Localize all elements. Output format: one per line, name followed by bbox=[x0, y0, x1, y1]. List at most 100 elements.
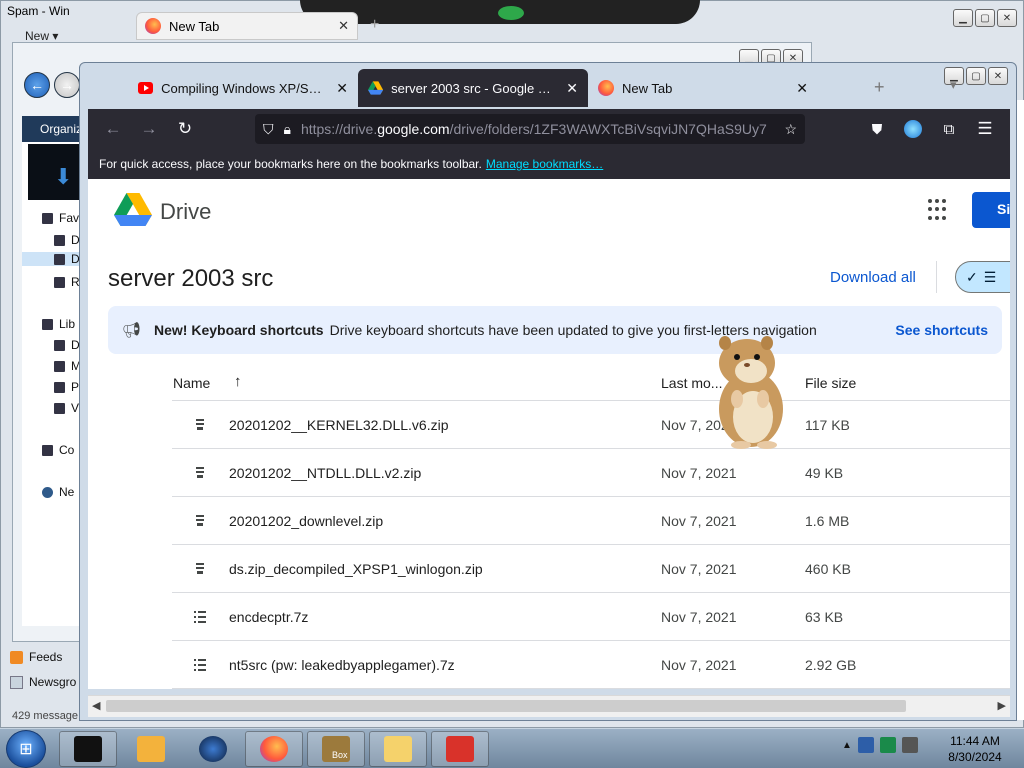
file-size: 460 KB bbox=[805, 561, 851, 577]
clock[interactable]: 11:44 AM 8/30/2024 bbox=[940, 733, 1010, 765]
back-arrow-icon[interactable]: ← bbox=[98, 114, 128, 144]
column-file-size[interactable]: File size bbox=[805, 375, 856, 391]
sidebar-item-favorites[interactable]: Fav bbox=[42, 211, 79, 225]
google-apps-icon[interactable] bbox=[928, 199, 950, 221]
bookmark-star-icon[interactable]: ☆ bbox=[784, 121, 797, 138]
feeds-item[interactable]: Feeds bbox=[10, 650, 62, 664]
see-shortcuts-link[interactable]: See shortcuts bbox=[895, 322, 988, 338]
explorer-preview-pane: ⬇ bbox=[28, 144, 82, 200]
file-table-header: Name ↑ Last mo... File size bbox=[172, 365, 1010, 401]
file-row[interactable]: 20201202_downlevel.zip Nov 7, 2021 1.6 MB bbox=[172, 497, 1010, 545]
file-row[interactable]: encdecptr.7z Nov 7, 2021 63 KB bbox=[172, 593, 1010, 641]
file-name: ds.zip_decompiled_XPSP1_winlogon.zip bbox=[229, 561, 483, 577]
sign-in-button[interactable]: Si bbox=[972, 192, 1010, 228]
sidebar-item[interactable]: D bbox=[54, 233, 80, 247]
show-hidden-icons-icon[interactable]: ▲ bbox=[842, 740, 852, 751]
start-button[interactable]: ⊞ bbox=[6, 730, 46, 768]
drive-app-name[interactable]: Drive bbox=[160, 199, 211, 225]
taskbar-item-explorer[interactable] bbox=[59, 731, 117, 767]
sidebar-item-selected[interactable]: D bbox=[22, 252, 82, 266]
list-icon: ☰ bbox=[983, 268, 997, 285]
maximize-button[interactable]: ▢ bbox=[966, 67, 986, 85]
lock-icon[interactable]: 🔒︎ bbox=[284, 121, 291, 138]
newsgroups-item[interactable]: Newsgro bbox=[10, 675, 76, 689]
column-name[interactable]: Name bbox=[173, 375, 210, 391]
taskbar-item-media-player[interactable] bbox=[122, 731, 180, 767]
organize-menu[interactable]: Organiz bbox=[22, 116, 82, 142]
close-tab-icon[interactable]: ✕ bbox=[566, 80, 578, 97]
taskbar-item-globe[interactable] bbox=[184, 731, 242, 767]
volume-icon[interactable] bbox=[901, 737, 918, 753]
file-name: 20201202_downlevel.zip bbox=[229, 513, 384, 529]
scroll-left-arrow-icon[interactable]: ◀ bbox=[92, 699, 100, 712]
address-bar[interactable]: ⛉ 🔒︎ https://drive.google.com/drive/fold… bbox=[255, 114, 805, 144]
close-tab-icon[interactable]: ✕ bbox=[338, 18, 349, 34]
scrollbar-thumb[interactable] bbox=[106, 700, 906, 712]
action-center-icon[interactable] bbox=[879, 737, 896, 753]
download-all-button[interactable]: Download all bbox=[830, 269, 916, 286]
google-drive-logo[interactable] bbox=[114, 193, 152, 227]
taskbar-item-firefox[interactable] bbox=[245, 731, 303, 767]
account-icon[interactable] bbox=[898, 114, 928, 144]
sort-arrow-up-icon[interactable]: ↑ bbox=[234, 373, 242, 390]
sidebar-item-computer[interactable]: Co bbox=[42, 443, 74, 457]
file-row[interactable]: 20201202__NTDLL.DLL.v2.zip Nov 7, 2021 49 … bbox=[172, 449, 1010, 497]
mail-window-title: Spam - Win bbox=[7, 4, 70, 18]
list-tabs-chevron-icon[interactable]: ▾ bbox=[950, 77, 957, 93]
new-tab-button[interactable]: + bbox=[874, 77, 885, 98]
sidebar-item[interactable]: P bbox=[54, 380, 79, 394]
file-modified: Nov 7, 2021 bbox=[661, 609, 737, 625]
close-button[interactable]: ✕ bbox=[997, 9, 1017, 27]
sidebar-item-network[interactable]: Ne bbox=[42, 485, 74, 499]
reload-icon[interactable]: ↻ bbox=[170, 114, 200, 144]
background-browser-tab[interactable]: New Tab ✕ bbox=[136, 12, 358, 40]
newsgroup-icon bbox=[10, 675, 23, 689]
taskbar: ⊞ Box ▲ 11:44 AM 8/30/2024 bbox=[0, 728, 1024, 768]
new-tab-button[interactable]: + bbox=[370, 16, 379, 34]
menu-icon[interactable]: ☰ bbox=[970, 114, 1000, 144]
back-arrow-icon[interactable]: ← bbox=[24, 72, 50, 98]
sidebar-item[interactable]: R bbox=[54, 275, 80, 289]
sidebar-item[interactable]: D bbox=[54, 338, 80, 352]
sidebar-item[interactable]: M bbox=[54, 359, 81, 373]
taskbar-item-toolbox[interactable] bbox=[431, 731, 489, 767]
new-menu-button[interactable]: New ▾ bbox=[25, 29, 58, 43]
manage-bookmarks-link[interactable]: Manage bookmarks… bbox=[486, 157, 603, 171]
network-icon[interactable] bbox=[857, 737, 874, 753]
sidebar-item-libraries[interactable]: Lib bbox=[42, 317, 75, 331]
close-tab-icon[interactable]: ✕ bbox=[796, 80, 808, 97]
keyboard-shortcuts-banner: 📢︎ New! Keyboard shortcuts Drive keyboar… bbox=[108, 306, 1002, 354]
taskbar-item-box[interactable]: Box bbox=[307, 731, 365, 767]
clock-date: 8/30/2024 bbox=[948, 750, 1002, 764]
forward-arrow-icon[interactable]: → bbox=[54, 72, 80, 98]
rss-icon bbox=[10, 650, 23, 664]
file-name: 20201202__KERNEL32.DLL.v6.zip bbox=[229, 417, 449, 433]
download-arrow-icon: ⬇ bbox=[54, 164, 73, 189]
scroll-right-arrow-icon[interactable]: ▶ bbox=[998, 699, 1006, 712]
navigation-toolbar: ← → ↻ ⛉ 🔒︎ https://drive.google.com/driv… bbox=[88, 109, 1010, 149]
forward-arrow-icon[interactable]: → bbox=[134, 114, 164, 144]
tab-youtube[interactable]: Compiling Windows XP/Server ✕ bbox=[128, 69, 358, 107]
taskbar-item-mail[interactable] bbox=[369, 731, 427, 767]
hamster-mascot bbox=[719, 336, 783, 449]
divider bbox=[936, 261, 937, 293]
maximize-button[interactable]: ▢ bbox=[975, 9, 995, 27]
horizontal-scrollbar[interactable]: ◀ ▶ bbox=[88, 695, 1010, 717]
file-row[interactable]: nt5src (pw: leakedbyapplegamer).7z Nov 7,… bbox=[172, 641, 1010, 689]
list-view-toggle[interactable]: ✓ ☰ bbox=[955, 261, 1010, 293]
folder-title: server 2003 src bbox=[108, 265, 274, 292]
tab-google-drive[interactable]: server 2003 src - Google Drive ✕ bbox=[358, 69, 588, 107]
file-row[interactable]: 20201202__KERNEL32.DLL.v6.zip Nov 7, 2021… bbox=[172, 401, 1010, 449]
url-text[interactable]: https://drive.google.com/drive/folders/1… bbox=[301, 121, 774, 137]
tracking-shield-icon[interactable]: ⛉ bbox=[263, 121, 274, 138]
close-tab-icon[interactable]: ✕ bbox=[336, 80, 348, 97]
sidebar-item[interactable]: V bbox=[54, 401, 79, 415]
minimize-button[interactable]: ▁ bbox=[953, 9, 973, 27]
pocket-icon[interactable]: ⛊ bbox=[862, 114, 892, 144]
file-size: 63 KB bbox=[805, 609, 844, 625]
explorer-nav-buttons: ← → bbox=[24, 72, 80, 98]
close-button[interactable]: ✕ bbox=[988, 67, 1008, 85]
file-row[interactable]: ds.zip_decompiled_XPSP1_winlogon.zip Nov … bbox=[172, 545, 1010, 593]
tab-new-tab[interactable]: New Tab ✕ bbox=[588, 69, 818, 107]
extensions-icon[interactable]: ⧉ bbox=[934, 114, 964, 144]
